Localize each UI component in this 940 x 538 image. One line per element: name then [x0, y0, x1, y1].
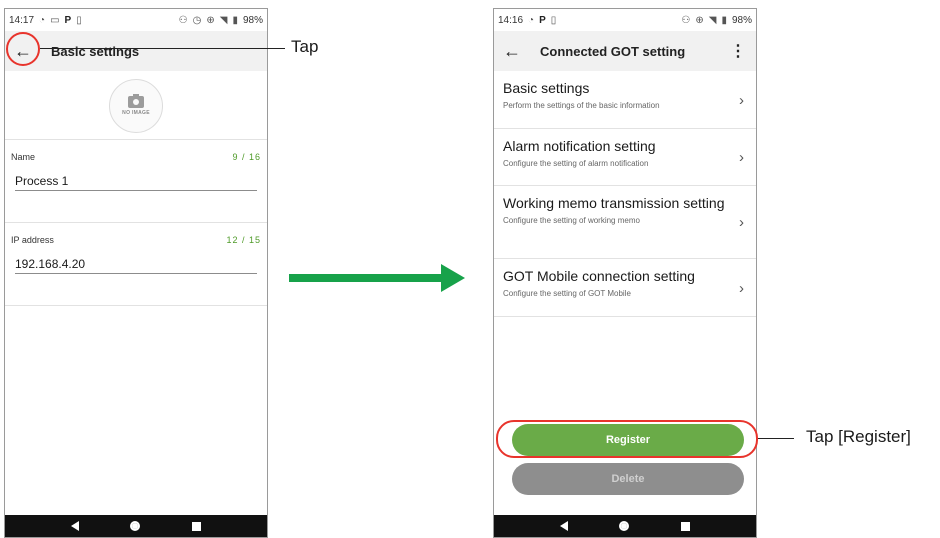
menu-item-working-memo[interactable]: Working memo transmission setting Config…: [494, 186, 756, 259]
delete-button[interactable]: Delete: [512, 463, 744, 495]
phone-screen-basic-settings: 14:17 ◔ ▭ P ▯ ⚇ ◷ ⊕ ◥ ▮ 98% ← Basic sett…: [4, 8, 268, 538]
chevron-right-icon: ›: [739, 279, 744, 297]
highlight-register-button: [496, 420, 758, 458]
page-title: Basic settings: [51, 43, 140, 59]
divider: [5, 305, 267, 306]
vibrate-icon: ⊕: [695, 14, 704, 26]
name-label: Name: [11, 152, 36, 162]
nav-back-icon[interactable]: [559, 521, 568, 531]
callout-line: [40, 48, 285, 49]
sim-card-icon: ▯: [76, 14, 82, 26]
menu-item-subtitle: Configure the setting of alarm notificat…: [503, 159, 649, 168]
app-bar: ← Connected GOT setting ⋮: [494, 31, 756, 71]
sim-card-icon: ▯: [550, 14, 557, 26]
system-nav-bar: [494, 515, 756, 537]
divider: [5, 139, 267, 140]
divider: [5, 222, 267, 223]
status-bar: 14:16 ◔ P ▯ ⚇ ⊕ ◥ ▮ 98%: [494, 9, 756, 31]
link-icon: ⚇: [178, 14, 188, 26]
profile-image[interactable]: NO IMAGE: [109, 79, 163, 133]
callout-tap: Tap: [291, 37, 319, 56]
ip-address-input[interactable]: 192.168.4.20: [15, 257, 257, 274]
phone-screen-connected-got-setting: 14:16 ◔ P ▯ ⚇ ⊕ ◥ ▮ 98% ← Connected GOT …: [493, 8, 757, 538]
battery-icon: ▮: [721, 14, 727, 26]
status-time: 14:16: [498, 14, 524, 26]
menu-item-title: Working memo transmission setting: [503, 195, 725, 211]
link-icon: ⚇: [681, 14, 691, 26]
menu-item-title: GOT Mobile connection setting: [503, 268, 695, 284]
menu-item-subtitle: Configure the setting of GOT Mobile: [503, 289, 631, 298]
nav-home-icon[interactable]: [619, 521, 630, 531]
callout-tap-register: Tap [Register]: [806, 427, 911, 446]
vibrate-icon: ⊕: [206, 14, 215, 26]
ip-address-field: IP address 12 / 15 192.168.4.20: [11, 235, 261, 274]
name-field: Name 9 / 16 Process 1: [11, 152, 261, 191]
battery-level: 98%: [731, 14, 752, 26]
callout-line: [758, 438, 794, 439]
page-title: Connected GOT setting: [540, 43, 686, 59]
signal-icon: ◥: [219, 14, 228, 26]
status-bar: 14:17 ◔ ▭ P ▯ ⚇ ◷ ⊕ ◥ ▮ 98%: [5, 9, 267, 31]
nav-recent-icon[interactable]: [681, 521, 691, 531]
nav-back-icon[interactable]: [70, 521, 79, 531]
menu-item-got-mobile[interactable]: GOT Mobile connection setting Configure …: [494, 259, 756, 317]
settings-menu: Basic settings Perform the settings of t…: [494, 71, 756, 317]
menu-item-title: Basic settings: [503, 80, 590, 96]
name-counter: 9 / 16: [232, 152, 261, 162]
chevron-right-icon: ›: [739, 149, 744, 166]
signal-icon: ◥: [708, 14, 717, 26]
menu-item-subtitle: Configure the setting of working memo: [503, 216, 640, 225]
menu-item-basic-settings[interactable]: Basic settings Perform the settings of t…: [494, 71, 756, 129]
highlight-back-button: [6, 32, 40, 66]
back-arrow-icon[interactable]: ←: [496, 35, 528, 67]
chevron-right-icon: ›: [739, 91, 744, 109]
nav-recent-icon[interactable]: [192, 521, 202, 531]
camera-icon: [128, 94, 144, 108]
more-vert-icon[interactable]: ⋮: [730, 41, 746, 61]
battery-icon: ▮: [232, 14, 238, 26]
no-image-label: NO IMAGE: [122, 110, 150, 116]
menu-item-subtitle: Perform the settings of the basic inform…: [503, 101, 660, 110]
parking-icon: P: [539, 14, 546, 26]
nav-home-icon[interactable]: [130, 521, 141, 531]
ip-address-label: IP address: [11, 235, 54, 245]
system-nav-bar: [5, 515, 267, 537]
app-bar: ← Basic settings: [5, 31, 267, 71]
sim-icon: ▭: [50, 14, 60, 26]
name-input[interactable]: Process 1: [15, 174, 257, 191]
alarm-icon: ◷: [192, 14, 202, 26]
status-time: 14:17: [9, 14, 35, 26]
wifi-icon: ◔: [528, 14, 535, 26]
battery-level: 98%: [242, 14, 263, 26]
wifi-icon: ◔: [39, 14, 46, 26]
menu-item-alarm-notification[interactable]: Alarm notification setting Configure the…: [494, 129, 756, 186]
chevron-right-icon: ›: [739, 214, 744, 231]
ip-address-counter: 12 / 15: [226, 235, 261, 245]
menu-item-title: Alarm notification setting: [503, 138, 656, 154]
parking-icon: P: [64, 14, 72, 26]
